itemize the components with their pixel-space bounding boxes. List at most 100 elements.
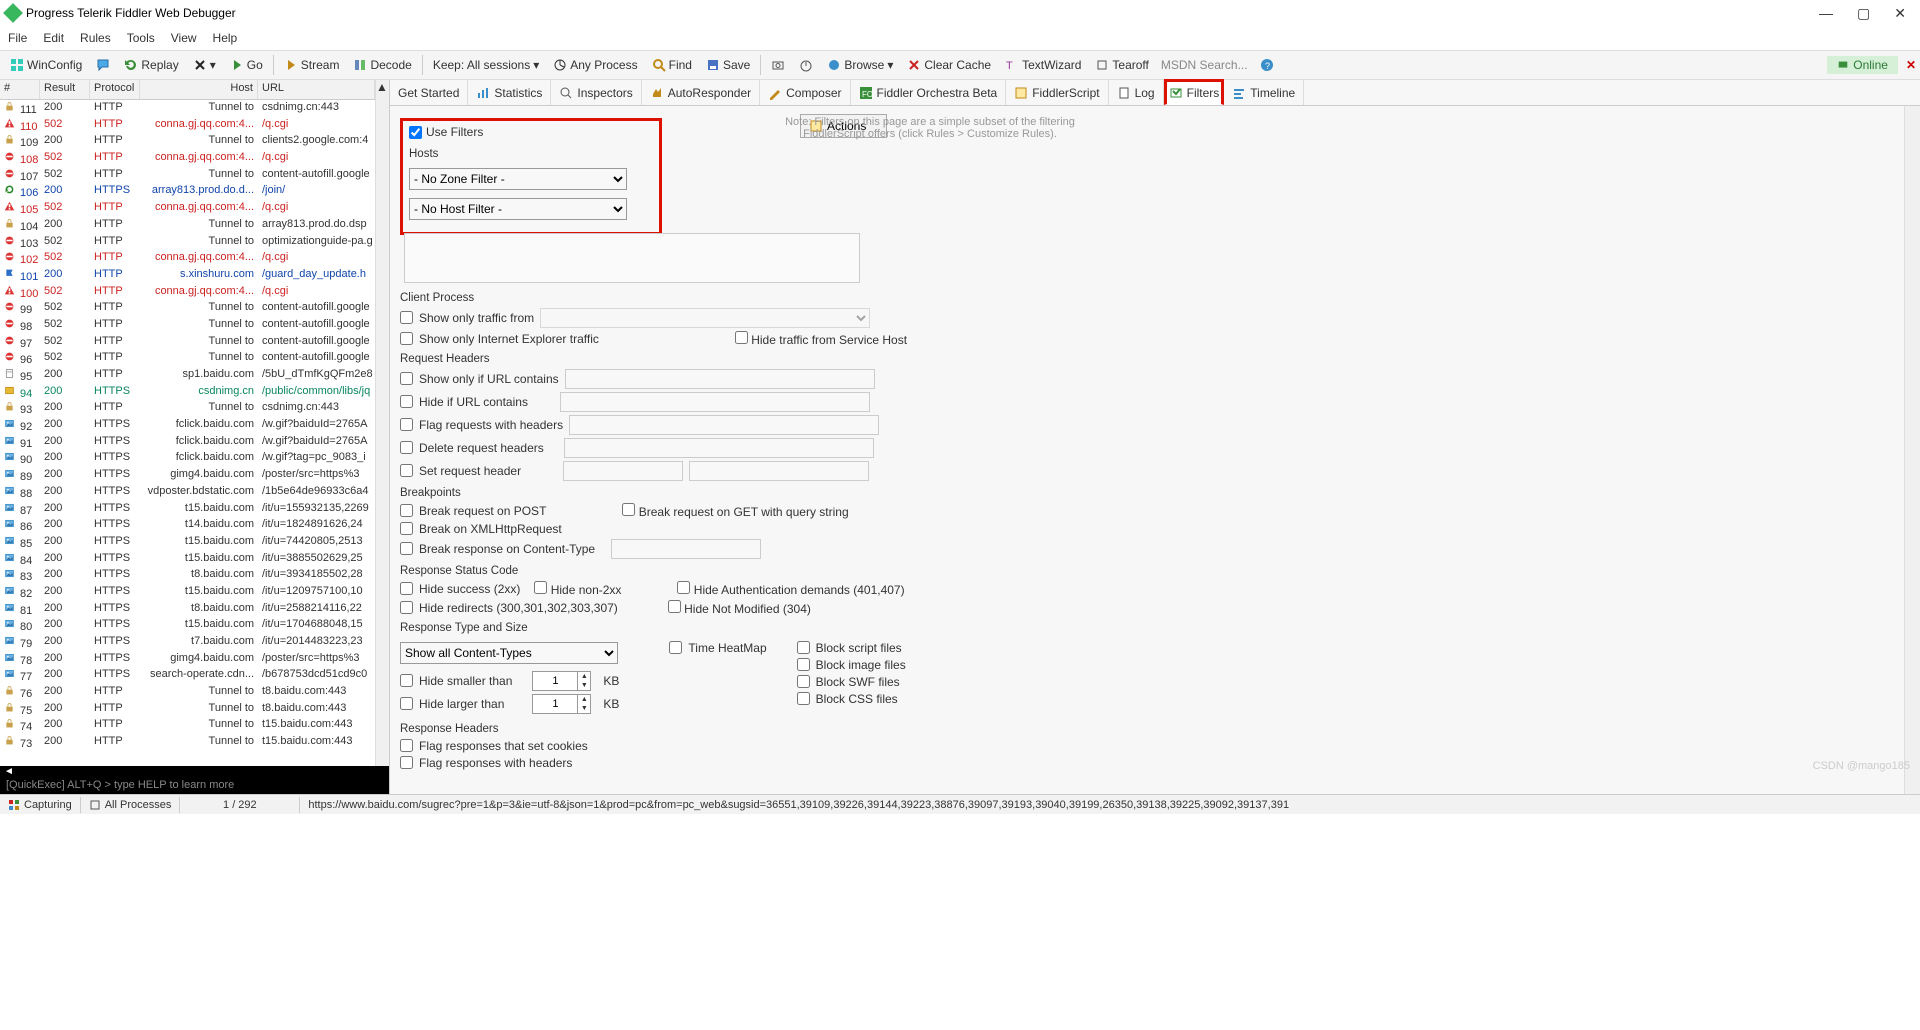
session-row[interactable]: 107502HTTPTunnel tocontent-autofill.goog… [0,167,375,184]
break-xhr-checkbox[interactable] [400,522,413,535]
break-get-checkbox[interactable] [622,503,635,516]
session-row[interactable]: 88200HTTPSvdposter.bdstatic.com/1b5e64de… [0,484,375,501]
hide-redirects-checkbox[interactable] [400,601,413,614]
session-scrollbar-track[interactable] [375,100,389,766]
max-button[interactable]: ▢ [1857,5,1870,22]
break-post-checkbox[interactable] [400,504,413,517]
right-scrollbar[interactable] [1904,106,1920,794]
browse-button[interactable]: Browse ▾ [821,56,899,74]
stream-button[interactable]: Stream [278,56,346,74]
toolbar-close-icon[interactable]: ✕ [1906,58,1916,72]
session-scrollbar[interactable]: ▲ [375,80,389,100]
session-row[interactable]: 106200HTTPSarray813.prod.do.d.../join/ [0,183,375,200]
capturing-panel[interactable]: Capturing [0,797,81,813]
session-row[interactable]: 86200HTTPSt14.baidu.com/it/u=1824891626,… [0,517,375,534]
session-row[interactable]: 77200HTTPSsearch-operate.cdn.../b678753d… [0,667,375,684]
go-button[interactable]: Go [224,56,269,74]
set-hdr-checkbox[interactable] [400,464,413,477]
session-row[interactable]: 92200HTTPSfclick.baidu.com/w.gif?baiduId… [0,417,375,434]
replay-button[interactable]: Replay [118,56,184,74]
menu-rules[interactable]: Rules [80,31,111,45]
session-row[interactable]: 91200HTTPSfclick.baidu.com/w.gif?baiduId… [0,434,375,451]
session-row[interactable]: 83200HTTPSt8.baidu.com/it/u=3934185502,2… [0,567,375,584]
session-row[interactable]: 74200HTTPTunnel tot15.baidu.com:443 [0,717,375,734]
session-row[interactable]: 110502HTTPconna.gj.qq.com:4.../q.cgi [0,117,375,134]
tab-orchestra[interactable]: FOFiddler Orchestra Beta [851,80,1007,105]
hide-non2xx-checkbox[interactable] [534,581,547,594]
flag-hdr-checkbox[interactable] [400,418,413,431]
keep-dropdown[interactable]: Keep: All sessions ▾ [427,56,545,74]
block-script-checkbox[interactable] [797,641,810,654]
timer-button[interactable] [793,56,819,74]
tearoff-button[interactable]: Tearoff [1089,56,1154,74]
block-css-checkbox[interactable] [797,692,810,705]
session-row[interactable]: 103502HTTPTunnel tooptimizationguide-pa.… [0,234,375,251]
session-row[interactable]: 104200HTTPTunnel toarray813.prod.do.dsp [0,217,375,234]
host-filter-combo[interactable]: - No Host Filter - [409,198,627,220]
find-button[interactable]: Find [646,56,698,74]
session-row[interactable]: 79200HTTPSt7.baidu.com/it/u=2014483223,2… [0,634,375,651]
hide-larger-checkbox[interactable] [400,697,413,710]
menu-help[interactable]: Help [213,31,238,45]
ie-only-checkbox[interactable] [400,332,413,345]
session-row[interactable]: 105502HTTPconna.gj.qq.com:4.../q.cgi [0,200,375,217]
online-status[interactable]: Online [1827,56,1898,74]
block-swf-checkbox[interactable] [797,675,810,688]
flag-cookies-checkbox[interactable] [400,739,413,752]
tab-inspectors[interactable]: Inspectors [551,80,641,105]
min-button[interactable]: — [1819,5,1833,22]
close-button[interactable]: ✕ [1894,5,1906,22]
session-row[interactable]: 100502HTTPconna.gj.qq.com:4.../q.cgi [0,284,375,301]
zone-filter-combo[interactable]: - No Zone Filter - [409,168,627,190]
break-ct-input[interactable] [611,539,761,559]
tab-fiddlerscript[interactable]: FiddlerScript [1006,80,1108,105]
menu-edit[interactable]: Edit [43,31,64,45]
session-row[interactable]: 97502HTTPTunnel tocontent-autofill.googl… [0,334,375,351]
tab-statistics[interactable]: Statistics [468,80,551,105]
session-row[interactable]: 102502HTTPconna.gj.qq.com:4.../q.cgi [0,250,375,267]
anyprocess-button[interactable]: Any Process [547,56,643,74]
hide-svc-checkbox[interactable] [735,331,748,344]
session-list[interactable]: 111200HTTPTunnel tocsdnimg.cn:443110502H… [0,100,375,766]
set-hdr-value-input[interactable] [689,461,869,481]
col-host[interactable]: Host [140,80,258,99]
break-ct-checkbox[interactable] [400,542,413,555]
url-contains-checkbox[interactable] [400,372,413,385]
del-hdr-checkbox[interactable] [400,441,413,454]
set-hdr-name-input[interactable] [563,461,683,481]
msdn-search-input[interactable]: MSDN Search... [1157,58,1252,72]
client-process-combo[interactable] [540,308,870,328]
session-row[interactable]: 90200HTTPSfclick.baidu.com/w.gif?tag=pc_… [0,450,375,467]
save-button[interactable]: Save [700,56,756,74]
hide-smaller-checkbox[interactable] [400,674,413,687]
hosts-textarea[interactable] [404,233,860,283]
hide-notmodified-checkbox[interactable] [668,600,681,613]
remove-dropdown[interactable]: ▾ [187,56,222,74]
url-hide-checkbox[interactable] [400,395,413,408]
block-image-checkbox[interactable] [797,658,810,671]
tab-timeline[interactable]: Timeline [1224,80,1304,105]
session-row[interactable]: 82200HTTPSt15.baidu.com/it/u=1209757100,… [0,584,375,601]
del-hdr-input[interactable] [564,438,874,458]
flag-resp-hdr-checkbox[interactable] [400,756,413,769]
tab-composer[interactable]: Composer [760,80,850,105]
clearcache-button[interactable]: Clear Cache [901,56,997,74]
menu-view[interactable]: View [171,31,197,45]
session-row[interactable]: 96502HTTPTunnel tocontent-autofill.googl… [0,350,375,367]
menu-tools[interactable]: Tools [127,31,155,45]
session-row[interactable]: 81200HTTPSt8.baidu.com/it/u=2588214116,2… [0,601,375,618]
session-row[interactable]: 94200HTTPScsdnimg.cn/public/common/libs/… [0,384,375,401]
session-row[interactable]: 85200HTTPSt15.baidu.com/it/u=74420805,25… [0,534,375,551]
session-row[interactable]: 73200HTTPTunnel tot15.baidu.com:443 [0,734,375,751]
hide-smaller-spinner[interactable]: ▲▼ [532,671,591,691]
textwizard-button[interactable]: TTextWizard [999,56,1087,74]
session-row[interactable]: 111200HTTPTunnel tocsdnimg.cn:443 [0,100,375,117]
hide-auth-checkbox[interactable] [677,581,690,594]
session-row[interactable]: 93200HTTPTunnel tocsdnimg.cn:443 [0,400,375,417]
url-hide-input[interactable] [560,392,870,412]
session-row[interactable]: 108502HTTPconna.gj.qq.com:4.../q.cgi [0,150,375,167]
use-filters-checkbox[interactable]: Use Filters [409,125,483,139]
session-row[interactable]: 87200HTTPSt15.baidu.com/it/u=155932135,2… [0,501,375,518]
session-row[interactable]: 98502HTTPTunnel tocontent-autofill.googl… [0,317,375,334]
session-row[interactable]: 95200HTTPsp1.baidu.com/5bU_dTmfKgQFm2e8 [0,367,375,384]
